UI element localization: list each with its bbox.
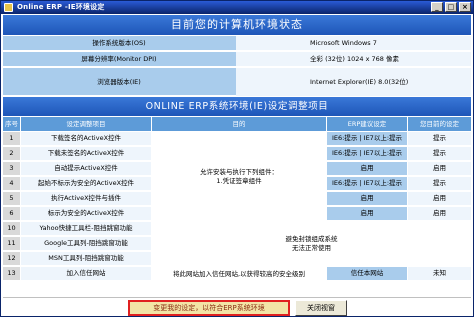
row-no: 11 [3,237,20,250]
row-item: Yahoo快捷工具栏-阻挡跳窗功能 [21,222,151,235]
purpose-line: 将此网站加入信任网站,以获得较高的安全级别 [172,269,306,278]
row-item: 起始不标示为安全的ActiveX控件 [21,177,151,190]
info-label: 浏览器版本(IE) [97,78,141,86]
settings-heading: ONLINE ERP系统环境(IE)设定调整项目 [3,97,471,116]
info-label: 操作系统版本(OS) [92,39,146,47]
purpose-line: 无法正常使用 [292,244,331,252]
row-item: 执行ActiveX控件与插件 [21,192,151,205]
row-item: 下载签名的ActiveX控件 [21,132,151,145]
close-view-button[interactable]: 关闭视窗 [295,300,347,316]
row-item: Google工具列-阻挡跳窗功能 [21,237,151,250]
purpose-line: 允许安装与执行下列组件： [200,167,278,176]
purpose-cell-activex: 允许安装与执行下列组件： 1.凭证签章组件 [152,132,326,221]
row-item: 加入信任网站 [21,267,151,280]
purpose-cell-trusted: 将此网站加入信任网站,以获得较高的安全级别 [152,267,326,281]
apply-settings-button[interactable]: 变更我的设定，以符合ERP系统环境 [128,300,290,316]
footer-bar: 变更我的设定，以符合ERP系统环境 关闭视窗 [3,297,471,316]
info-row-os: 操作系统版本(OS) Microsoft Windows 7 [3,36,471,51]
purpose-line: 1.凭证签章组件 [216,176,262,185]
row-recommend: 信任本网站 [327,267,407,280]
row-current: 启用 [408,207,471,220]
row-no: 3 [3,162,20,175]
row-recommend: 启用 [327,192,407,205]
row-current: 提示 [408,147,471,160]
row-recommend: 启用 [327,162,407,175]
maximize-button[interactable]: □ [445,2,457,12]
close-window-button[interactable]: × [459,2,471,12]
info-label: 屏幕分辨率(Monitor DPI) [81,55,157,63]
row-no: 1 [3,132,20,145]
row-recommend: IE6:提示 | IE7以上:提示 [327,177,407,190]
info-row-browser: 浏览器版本(IE) Internet Explorer(IE) 8.0(32位) [3,68,471,96]
col-header-purpose: 目的 [152,117,326,131]
row-no: 13 [3,267,20,280]
col-header-current: 您目前的设定 [408,117,471,131]
row-item: 自动提示ActiveX控件 [21,162,151,175]
col-header-item: 设定调整项目 [21,117,151,131]
row-no: 2 [3,147,20,160]
row-no: 4 [3,177,20,190]
row-recommend: IE6:提示 | IE7以上:提示 [327,132,407,145]
minimize-button[interactable]: _ [431,2,443,12]
col-header-recommend: ERP建议设定 [327,117,407,131]
purpose-cell-popup: 避免封锁组成系统 无法正常使用 [152,222,471,266]
env-status-heading: 目前您的计算机环境状态 [3,15,471,35]
row-recommend: IE6:提示 | IE7以上:提示 [327,147,407,160]
app-icon [4,3,13,12]
row-no: 12 [3,252,20,265]
row-current: 未知 [408,267,471,280]
row-recommend: 启用 [327,207,407,220]
col-header-no: 序号 [3,117,20,131]
purpose-line: 避免封锁组成系统 [285,235,338,243]
info-value: Microsoft Windows 7 [236,36,471,50]
row-item: 标示为安全的ActiveX控件 [21,207,151,220]
title-bar: Online ERP -IE环境设定 _ □ × [1,1,473,14]
row-item: 下载未签名的ActiveX控件 [21,147,151,160]
row-current: 启用 [408,162,471,175]
info-row-monitor: 屏幕分辨率(Monitor DPI) 全彩 (32位) 1024 x 768 像… [3,52,471,67]
page-content: 目前您的计算机环境状态 操作系统版本(OS) Microsoft Windows… [2,14,472,316]
row-item: MSN工具列-阻挡跳窗功能 [21,252,151,265]
row-no: 10 [3,222,20,235]
app-window: Online ERP -IE环境设定 _ □ × 目前您的计算机环境状态 操作系… [0,0,474,317]
info-value: Internet Explorer(IE) 8.0(32位) [236,68,471,96]
row-no: 6 [3,207,20,220]
window-title: Online ERP -IE环境设定 [17,3,105,11]
info-value: 全彩 (32位) 1024 x 768 像素 [236,52,471,66]
row-current: 提示 [408,132,471,145]
row-current: 启用 [408,192,471,205]
row-no: 5 [3,192,20,205]
row-current: 提示 [408,177,471,190]
